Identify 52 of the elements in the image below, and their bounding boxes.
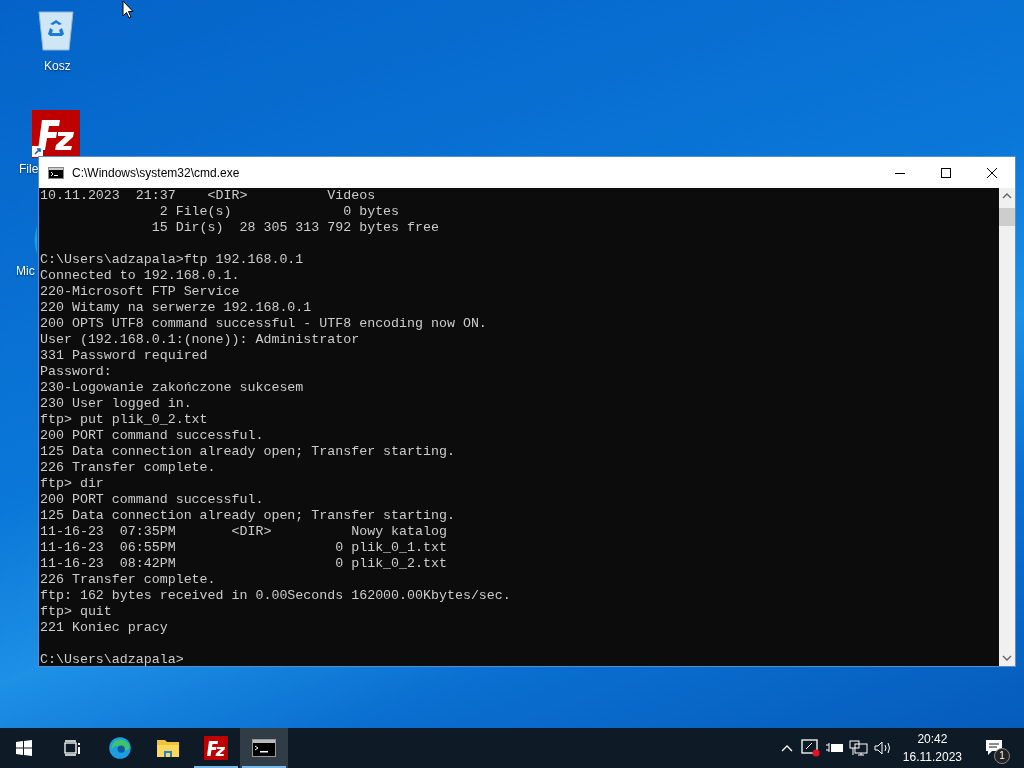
console-line: 230-Logowanie zakończone sukcesem (40, 380, 304, 396)
console-line: C:\Users\adzapala> (40, 652, 184, 666)
console-line: C:\Users\adzapala>ftp 192.168.0.1 (40, 252, 304, 268)
console-line: 220-Microsoft FTP Service (40, 284, 240, 300)
console-line: 2 File(s) 0 bytes (158, 204, 400, 220)
console-line: 331 Password required (40, 348, 208, 364)
terminal-icon (252, 739, 276, 757)
icon-label[interactable]: Mic (16, 264, 35, 278)
console-line: 125 Data connection already open; Transfer starting. (40, 444, 455, 460)
icon-label[interactable]: File (19, 162, 39, 176)
console-line: 226 Transfer complete. (40, 460, 216, 476)
console-button[interactable] (240, 728, 288, 768)
maximize-icon (941, 167, 951, 178)
cmd-icon (48, 166, 64, 179)
window-title: C:\Windows\system32\cmd.exe (72, 164, 240, 182)
console-line: Connected to 192.168.0.1. (40, 268, 240, 284)
icon-label[interactable]: Kosz (44, 59, 71, 73)
app-logo-icon (204, 736, 228, 760)
console-line: Password: (40, 364, 112, 380)
folder-icon (156, 738, 180, 758)
console-line: 15 Dir(s) 28 305 313 792 bytes free (150, 220, 439, 236)
clock[interactable]: 20:42 16.11.2023 (896, 730, 968, 766)
clock-time: 20:42 (916, 731, 949, 748)
filezilla-icon[interactable] (32, 110, 80, 158)
console-line: ftp: 162 bytes received in 0.00Seconds 162000.00Kbytes/sec. (40, 588, 511, 604)
console-line: User (192.168.0.1:(none)): Administrator (40, 332, 360, 348)
scrollbar[interactable] (999, 188, 1015, 666)
console-line: ftp> dir (40, 476, 104, 492)
recycle-bin-icon[interactable] (36, 8, 76, 52)
console-line: 200 PORT command successful. (40, 492, 264, 508)
console-line: 226 Transfer complete. (40, 572, 216, 588)
close-icon (987, 167, 997, 178)
clock-date: 16.11.2023 (902, 749, 962, 766)
console-line: 200 OPTS UTF8 command successful - UTF8 encoding now ON. (40, 316, 487, 332)
scrollbar-thumb[interactable] (999, 208, 1015, 226)
task-view-icon (63, 740, 81, 756)
browser-icon (108, 736, 132, 760)
console-line: 230 User logged in. (40, 396, 192, 412)
console-line: ftp> put plik_0_2.txt (40, 412, 208, 428)
cursor-icon (122, 0, 134, 19)
notification-count: 1 (994, 748, 1010, 764)
notifications-button[interactable]: 1 (970, 728, 1018, 768)
console-line: 11-16-23 08:42PM 0 plik_0_2.txt (40, 556, 447, 572)
console-line: 220 Witamy na serwerze 192.168.0.1 (40, 300, 312, 316)
console-line: 11-16-23 06:55PM 0 plik_0_1.txt (40, 540, 447, 556)
console-line: 11-16-23 07:35PM <DIR> Nowy katalog (40, 524, 447, 540)
console-line: 221 Koniec pracy (40, 620, 168, 636)
console-line: 10.11.2023 21:37 <DIR> Videos (40, 188, 376, 204)
windows-logo-icon (16, 740, 32, 756)
console-line: 200 PORT command successful. (40, 428, 264, 444)
console-line: ftp> quit (40, 604, 112, 620)
console-line: 125 Data connection already open; Transfer starting. (40, 508, 455, 524)
